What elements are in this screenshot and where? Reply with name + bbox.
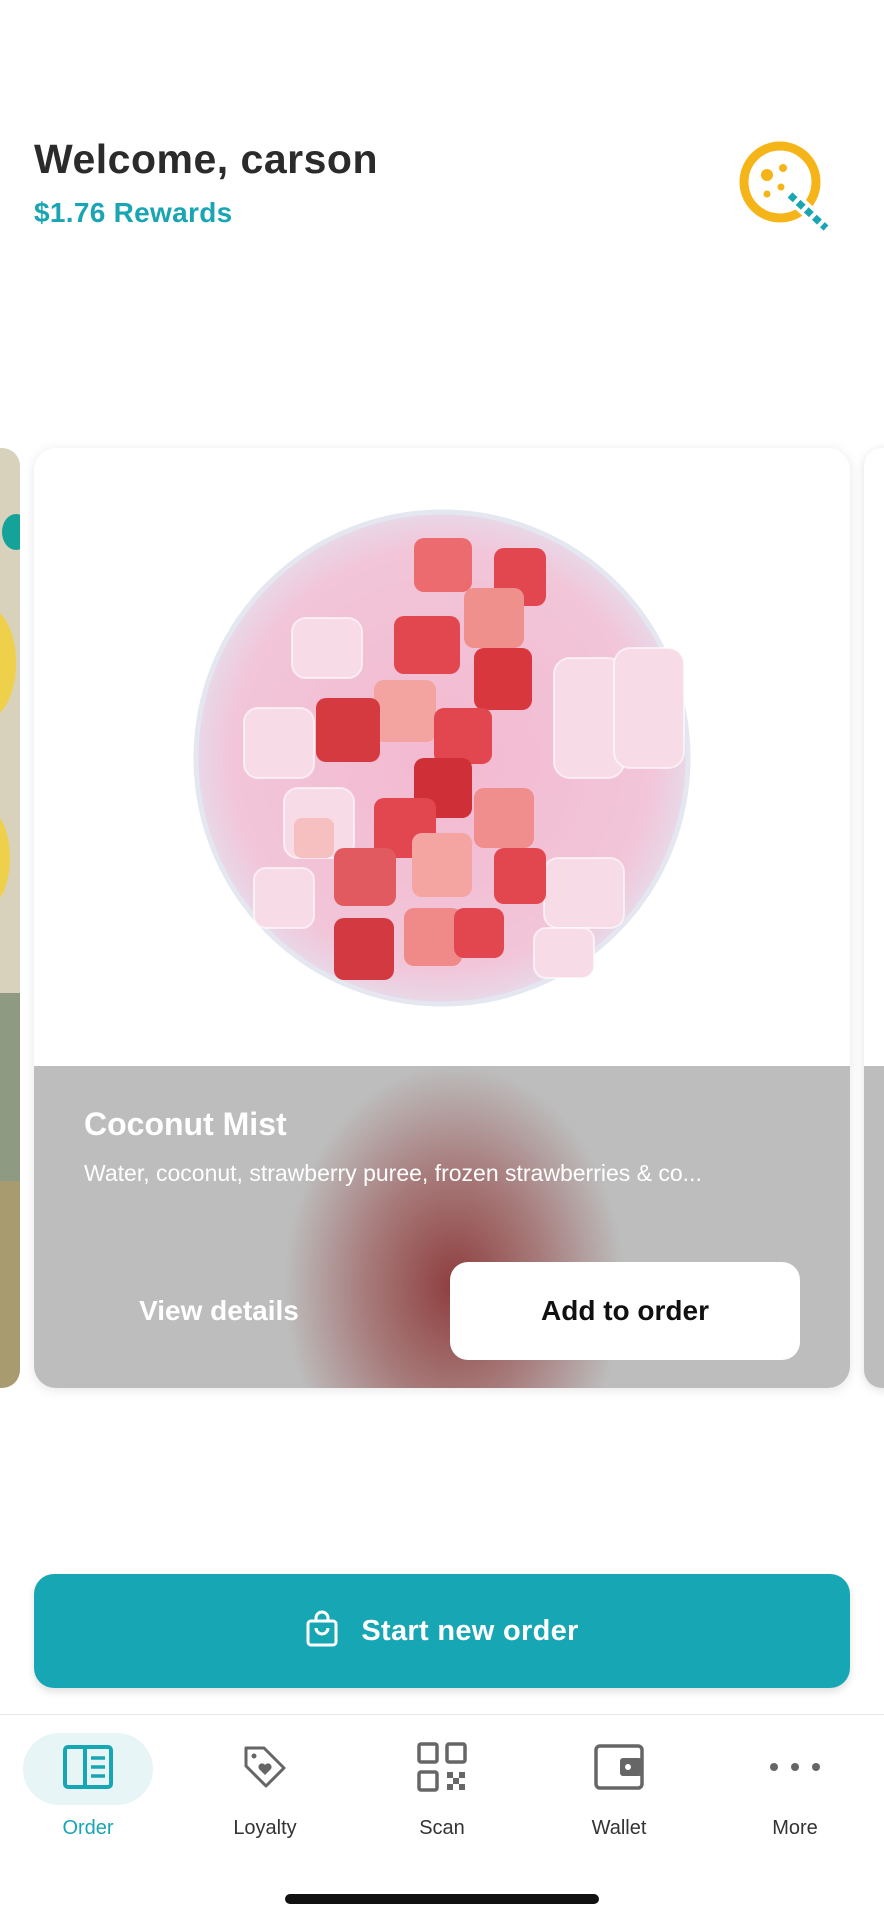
product-carousel[interactable]: Coconut Mist Water, coconut, strawberry … xyxy=(0,448,884,1388)
qr-code-icon xyxy=(417,1741,467,1797)
tab-wallet[interactable]: Wallet xyxy=(544,1733,694,1843)
home-indicator xyxy=(285,1894,599,1904)
tab-scan-label: Scan xyxy=(419,1817,465,1839)
tab-loyalty[interactable]: Loyalty xyxy=(190,1733,340,1843)
menu-book-icon xyxy=(63,1744,113,1794)
tab-loyalty-label: Loyalty xyxy=(233,1817,297,1839)
previous-product-card[interactable] xyxy=(0,448,20,1388)
product-name: Coconut Mist xyxy=(84,1106,287,1142)
tab-order[interactable]: Order xyxy=(13,1733,163,1843)
more-dots-icon xyxy=(768,1760,822,1778)
tag-heart-icon xyxy=(242,1744,288,1795)
product-info-panel: Coconut Mist Water, coconut, strawberry … xyxy=(34,1066,850,1388)
tab-more[interactable]: More xyxy=(720,1733,870,1843)
shopping-bag-icon xyxy=(305,1610,339,1653)
view-details-button[interactable]: View details xyxy=(114,1262,324,1360)
product-description: Water, coconut, strawberry puree, frozen… xyxy=(84,1160,702,1186)
tab-scan[interactable]: Scan xyxy=(367,1733,517,1843)
product-image xyxy=(34,448,850,1066)
start-new-order-label: Start new order xyxy=(361,1614,579,1647)
next-product-card[interactable] xyxy=(864,448,884,1388)
tab-wallet-label: Wallet xyxy=(591,1817,647,1839)
welcome-title: Welcome, carson xyxy=(34,136,378,182)
bottom-tab-bar: Order Loyalty Scan Wallet More xyxy=(0,1714,884,1921)
product-card[interactable]: Coconut Mist Water, coconut, strawberry … xyxy=(34,448,850,1388)
boba-logo-icon[interactable] xyxy=(738,138,834,234)
start-new-order-button[interactable]: Start new order xyxy=(34,1574,850,1688)
rewards-balance[interactable]: $1.76 Rewards xyxy=(34,197,378,229)
tab-order-label: Order xyxy=(62,1817,114,1839)
header: Welcome, carson $1.76 Rewards xyxy=(34,136,378,229)
wallet-icon xyxy=(594,1743,644,1795)
add-to-order-button[interactable]: Add to order xyxy=(450,1262,800,1360)
tab-more-label: More xyxy=(772,1817,818,1839)
